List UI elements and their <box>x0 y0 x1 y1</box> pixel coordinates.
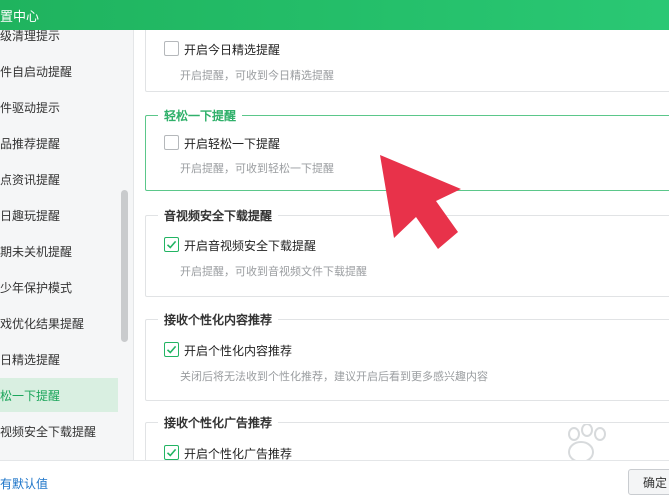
footer: 有默认值 确定 <box>0 460 669 503</box>
checkmark-icon <box>166 345 177 354</box>
relax-checkbox-label: 开启轻松一下提醒 <box>184 137 281 151</box>
personal-ads-checkbox-label: 开启个性化广告推荐 <box>184 447 293 460</box>
sidebar-item-label: 日精选提醒 <box>0 353 61 367</box>
sidebar-item-relax[interactable]: 松一下提醒 <box>0 378 118 412</box>
sidebar: 级清理提示 件自启动提醒 件驱动提示 品推荐提醒 点资讯提醒 日趣玩提醒 期未关… <box>0 30 134 460</box>
sidebar-item-label: 件驱动提示 <box>0 101 61 115</box>
sidebar-item-media[interactable]: 视频安全下载提醒 <box>0 414 118 448</box>
checkmark-icon <box>166 448 177 457</box>
sidebar-item-shutdown[interactable]: 期未关机提醒 <box>0 234 118 268</box>
sidebar-item-cleanup[interactable]: 级清理提示 <box>0 30 118 52</box>
sidebar-item-label: 品推荐提醒 <box>0 137 61 151</box>
media-description: 开启提醒，可收到音视频文件下载提醒 <box>180 265 367 278</box>
checkmark-icon <box>166 240 177 249</box>
media-checkbox[interactable] <box>164 237 179 252</box>
sidebar-item-label: 件自启动提醒 <box>0 65 73 79</box>
group-daily-picks: 开启今日精选提醒 开启提醒，可收到今日精选提醒 <box>145 30 669 92</box>
sidebar-item-news[interactable]: 点资讯提醒 <box>0 162 118 196</box>
daily-picks-description: 开启提醒，可收到今日精选提醒 <box>180 69 334 82</box>
sidebar-item-label: 级清理提示 <box>0 30 61 43</box>
sidebar-item-label: 日趣玩提醒 <box>0 209 61 223</box>
sidebar-item-driver[interactable]: 件驱动提示 <box>0 90 118 124</box>
sidebar-item-fun[interactable]: 日趣玩提醒 <box>0 198 118 232</box>
sidebar-item-game[interactable]: 戏优化结果提醒 <box>0 306 118 340</box>
sidebar-item-label: 期未关机提醒 <box>0 245 73 259</box>
daily-picks-checkbox[interactable] <box>164 41 179 56</box>
media-group-title: 音视频安全下载提醒 <box>158 207 279 224</box>
personal-content-group-title: 接收个性化内容推荐 <box>158 311 279 328</box>
restore-defaults-link[interactable]: 有默认值 <box>0 475 48 492</box>
sidebar-item-label: 点资讯提醒 <box>0 173 61 187</box>
sidebar-item-label: 视频安全下载提醒 <box>0 425 97 439</box>
personal-ads-checkbox[interactable] <box>164 445 179 460</box>
sidebar-item-autostart[interactable]: 件自启动提醒 <box>0 54 118 88</box>
title-bar: 置中心 <box>0 0 669 30</box>
personal-content-checkbox[interactable] <box>164 342 179 357</box>
relax-group-title: 轻松一下提醒 <box>158 107 243 124</box>
sidebar-item-daily[interactable]: 日精选提醒 <box>0 342 118 376</box>
media-checkbox-label: 开启音视频安全下载提醒 <box>184 239 317 253</box>
sidebar-item-product[interactable]: 品推荐提醒 <box>0 126 118 160</box>
personal-content-description: 关闭后将无法收到个性化推荐，建议开启后看到更多感兴趣内容 <box>180 370 488 383</box>
daily-picks-checkbox-label: 开启今日精选提醒 <box>184 43 281 57</box>
personal-ads-group-title: 接收个性化广告推荐 <box>158 414 279 431</box>
relax-checkbox[interactable] <box>164 135 179 150</box>
sidebar-item-youth[interactable]: 少年保护模式 <box>0 270 118 304</box>
sidebar-scrollbar-thumb[interactable] <box>121 190 128 342</box>
ok-button[interactable]: 确定 <box>628 469 669 495</box>
personal-content-checkbox-label: 开启个性化内容推荐 <box>184 344 293 358</box>
red-arrow-pointer-icon <box>380 155 461 249</box>
group-personal-content: 接收个性化内容推荐 开启个性化内容推荐 关闭后将无法收到个性化推荐，建议开启后看… <box>145 311 669 401</box>
window-title: 置中心 <box>0 10 40 25</box>
relax-description: 开启提醒，可收到轻松一下提醒 <box>180 162 334 175</box>
sidebar-item-label: 戏优化结果提醒 <box>0 317 85 331</box>
sidebar-item-label: 少年保护模式 <box>0 281 73 295</box>
sidebar-item-label: 松一下提醒 <box>0 389 61 403</box>
